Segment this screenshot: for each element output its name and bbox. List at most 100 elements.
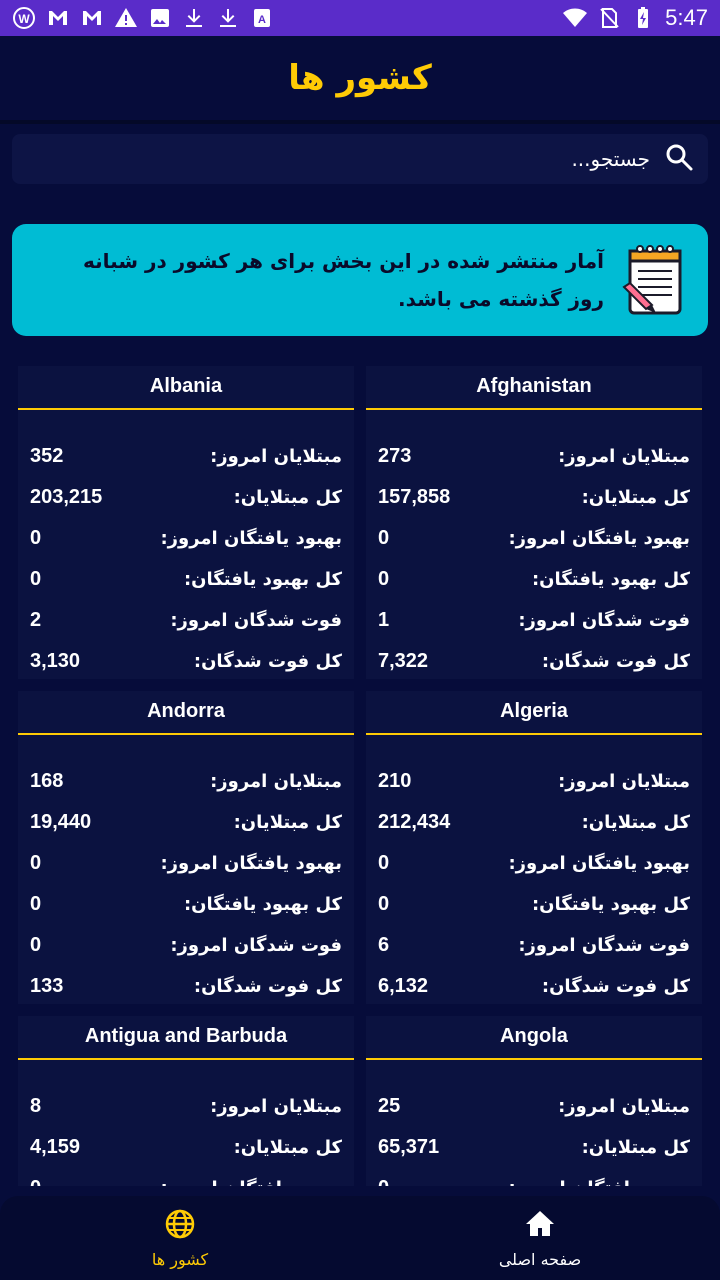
stat-value: 352 — [30, 445, 64, 467]
country-stats: مبتلایان امروز: 25 کل مبتلایان: 65,371 بهب… — [366, 1060, 702, 1186]
download-icon — [216, 6, 240, 30]
stat-value: 0 — [30, 893, 42, 915]
stat-row: فوت شدگان امروز: 1 — [378, 600, 690, 641]
stat-row: کل بهبود یافتگان: 0 — [378, 559, 690, 600]
stat-value: 212,434 — [378, 811, 451, 833]
download-icon — [182, 6, 206, 30]
stat-row: فوت شدگان امروز: 2 — [30, 600, 342, 641]
stat-row: کل بهبود یافتگان: 0 — [30, 559, 342, 600]
info-banner-text: آمار منتشر شده در این بخش برای هر کشور د… — [83, 249, 604, 311]
stat-label: فوت شدگان امروز: — [170, 935, 342, 956]
stat-label: فوت شدگان امروز: — [170, 610, 342, 631]
stat-value: 1 — [378, 609, 390, 631]
stat-label: بهبود یافتگان امروز: — [508, 1178, 690, 1186]
stat-value: 3,130 — [30, 650, 81, 672]
country-name: Algeria — [500, 699, 568, 722]
stat-row: بهبود یافتگان امروز: 0 — [30, 843, 342, 884]
stat-value: 0 — [30, 568, 42, 590]
country-stats: مبتلایان امروز: 210 کل مبتلایان: 212,434 ب… — [366, 735, 702, 1007]
stat-row: بهبود یافتگان امروز: 0 — [378, 1168, 690, 1186]
country-card[interactable]: Angola مبتلایان امروز: 25 کل مبتلایان: 65,… — [366, 1016, 702, 1186]
stat-row: مبتلایان امروز: 8 — [30, 1086, 342, 1127]
stat-label: مبتلایان امروز: — [558, 1096, 690, 1117]
image-icon — [148, 6, 172, 30]
stat-value: 210 — [378, 770, 412, 792]
countries-grid[interactable]: Afghanistan مبتلایان امروز: 273 کل مبتلای… — [18, 366, 702, 1186]
stat-value: 25 — [378, 1095, 401, 1117]
stat-label: بهبود یافتگان امروز: — [160, 528, 342, 549]
stat-label: کل بهبود یافتگان: — [531, 569, 690, 590]
stat-value: 0 — [378, 852, 390, 874]
status-time: 5:47 — [665, 5, 708, 30]
country-card[interactable]: Algeria مبتلایان امروز: 210 کل مبتلایان: 2… — [366, 691, 702, 1004]
stat-row: بهبود یافتگان امروز: 0 — [378, 843, 690, 884]
stat-value: 19,440 — [30, 811, 92, 833]
stat-row: کل مبتلایان: 212,434 — [378, 802, 690, 843]
country-stats: مبتلایان امروز: 352 کل مبتلایان: 203,215 ب… — [18, 410, 354, 682]
country-card[interactable]: Antigua and Barbuda مبتلایان امروز: 8 کل … — [18, 1016, 354, 1186]
w-app-icon: W — [12, 6, 36, 30]
stat-label: کل مبتلایان: — [581, 487, 690, 508]
stat-label: کل فوت شدگان: — [193, 976, 342, 997]
no-sim-icon — [597, 6, 621, 30]
stat-label: مبتلایان امروز: — [210, 1096, 342, 1117]
stat-row: مبتلایان امروز: 25 — [378, 1086, 690, 1127]
country-name: Angola — [500, 1024, 568, 1047]
stat-value: 0 — [30, 852, 42, 874]
bottom-navigation: کشور ها صفحه اصلی — [0, 1196, 720, 1280]
warning-icon — [114, 6, 138, 30]
stat-row: بهبود یافتگان امروز: 0 — [378, 518, 690, 559]
stat-row: فوت شدگان امروز: 6 — [378, 925, 690, 966]
country-card[interactable]: Albania مبتلایان امروز: 352 کل مبتلایان: 2… — [18, 366, 354, 679]
country-card[interactable]: Andorra مبتلایان امروز: 168 کل مبتلایان: 1… — [18, 691, 354, 1004]
search-bar[interactable] — [12, 134, 708, 184]
stat-row: کل فوت شدگان: 6,132 — [378, 966, 690, 1007]
page-title: کشور ها — [288, 58, 432, 98]
stat-label: فوت شدگان امروز: — [518, 935, 690, 956]
stat-value: 0 — [30, 934, 42, 956]
country-card[interactable]: Afghanistan مبتلایان امروز: 273 کل مبتلای… — [366, 366, 702, 679]
stat-label: کل مبتلایان: — [581, 1137, 690, 1158]
stat-label: کل مبتلایان: — [233, 812, 342, 833]
stat-value: 0 — [378, 893, 390, 915]
gmail-icon — [46, 6, 70, 30]
stat-row: مبتلایان امروز: 168 — [30, 761, 342, 802]
stat-row: کل مبتلایان: 203,215 — [30, 477, 342, 518]
stat-value: 203,215 — [30, 486, 103, 508]
stat-value: 7,322 — [378, 650, 429, 672]
stat-row: مبتلایان امروز: 352 — [30, 436, 342, 477]
status-bar: W A 5:47 — [0, 0, 720, 36]
stat-row: مبتلایان امروز: 273 — [378, 436, 690, 477]
search-icon[interactable] — [664, 142, 694, 176]
search-input[interactable] — [350, 147, 650, 171]
stat-label: بهبود یافتگان امروز: — [508, 853, 690, 874]
stat-row: مبتلایان امروز: 210 — [378, 761, 690, 802]
notification-icons: W A — [12, 6, 274, 30]
stat-label: کل بهبود یافتگان: — [183, 894, 342, 915]
stat-value: 4,159 — [30, 1136, 81, 1158]
country-name: Afghanistan — [476, 374, 592, 397]
svg-text:W: W — [18, 12, 30, 26]
stat-row: کل بهبود یافتگان: 0 — [30, 884, 342, 925]
stat-label: بهبود یافتگان امروز: — [160, 1178, 342, 1186]
stat-label: فوت شدگان امروز: — [518, 610, 690, 631]
stat-value: 6,132 — [378, 975, 429, 997]
stat-value: 65,371 — [378, 1136, 440, 1158]
country-stats: مبتلایان امروز: 273 کل مبتلایان: 157,858 ب… — [366, 410, 702, 682]
stat-value: 0 — [30, 527, 42, 549]
country-name: Albania — [149, 374, 223, 397]
stat-value: 2 — [30, 609, 42, 631]
nav-countries[interactable]: کشور ها — [0, 1196, 360, 1280]
battery-charging-icon — [631, 6, 655, 30]
stat-label: کل مبتلایان: — [233, 1137, 342, 1158]
nav-home[interactable]: صفحه اصلی — [360, 1196, 720, 1280]
stat-value: 133 — [30, 975, 64, 997]
stat-row: بهبود یافتگان امروز: 0 — [30, 1168, 342, 1186]
stat-row: کل فوت شدگان: 133 — [30, 966, 342, 1007]
stat-row: بهبود یافتگان امروز: 0 — [30, 518, 342, 559]
stat-value: 6 — [378, 934, 390, 956]
stat-value: 157,858 — [378, 486, 451, 508]
stat-row: کل فوت شدگان: 3,130 — [30, 641, 342, 682]
stat-row: کل مبتلایان: 4,159 — [30, 1127, 342, 1168]
wifi-icon — [563, 6, 588, 30]
